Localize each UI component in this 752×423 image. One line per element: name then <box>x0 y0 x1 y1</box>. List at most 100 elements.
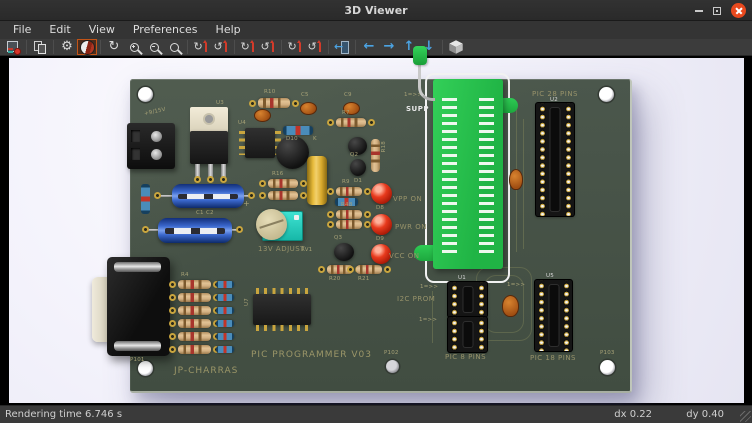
silkscreen-label: U3 <box>216 100 224 106</box>
mounting-hole-p102 <box>386 360 399 373</box>
copy-image-button[interactable] <box>30 39 50 55</box>
status-bar: Rendering time 6.746 s dx 0.22 dy 0.40 <box>0 405 752 423</box>
silkscreen-label: 1=>> <box>420 284 438 290</box>
toolbar-separator <box>442 40 443 54</box>
resistor <box>178 345 211 354</box>
resistor-r7 <box>336 118 366 127</box>
reload-board-icon <box>7 41 20 54</box>
move-right-button[interactable]: → <box>379 39 399 55</box>
capacitor-c2 <box>158 218 232 243</box>
move-board-button[interactable]: ← <box>332 39 352 55</box>
resistor-r18 <box>371 139 380 172</box>
ic-u4 <box>245 128 275 158</box>
silkscreen-label: 1=>> <box>419 317 437 323</box>
silkscreen-label: C9 <box>344 92 352 98</box>
toolbar-separator <box>355 40 356 54</box>
diode-d1 <box>350 159 366 176</box>
toolbar-separator <box>26 40 27 54</box>
silkscreen-label: P103 <box>600 350 615 356</box>
resistor <box>336 220 362 229</box>
rotate-y-ccw-icon: ↺ <box>261 40 276 54</box>
3d-viewer-window: 3D Viewer File Edit View Preferences Hel… <box>0 0 752 423</box>
move-board-icon: ← <box>335 41 349 54</box>
zoom-to-fit-button[interactable] <box>164 39 184 55</box>
rotate-x-cw-button[interactable]: ↻ <box>191 39 211 55</box>
orthographic-projection-button[interactable] <box>446 39 466 55</box>
minimize-icon[interactable] <box>695 10 703 12</box>
silkscreen-label: +9/15V <box>144 107 167 117</box>
silkscreen-label: D10 <box>286 136 298 142</box>
resistor-r48 <box>336 210 362 219</box>
db9-screw <box>114 262 161 272</box>
mounting-hole <box>138 87 153 102</box>
silkscreen-label: R7 <box>342 110 350 116</box>
toolbar-separator <box>328 40 329 54</box>
reload-board-button[interactable] <box>3 39 23 55</box>
resistor-r9 <box>336 187 362 196</box>
ortho-cube-icon <box>449 40 463 54</box>
silkscreen-label: K <box>313 136 317 142</box>
resistor-r10 <box>258 98 290 108</box>
silkscreen-label: PIC 8 PINS <box>445 353 486 361</box>
rotate-x-cw-icon: ↻ <box>194 40 209 54</box>
rotate-x-ccw-button[interactable]: ↺ <box>211 39 231 55</box>
silkscreen-label: U7 <box>244 298 250 306</box>
zoom-in-button[interactable] <box>124 39 144 55</box>
silkscreen-label: R10 <box>264 89 275 95</box>
led-d8 <box>371 183 392 204</box>
close-icon[interactable] <box>731 3 746 18</box>
silkscreen-label: C2 <box>206 210 214 216</box>
silkscreen-label: R21 <box>358 276 369 282</box>
rotate-y-ccw-button[interactable]: ↺ <box>258 39 278 55</box>
regulator-body <box>190 131 228 164</box>
silkscreen-label: VPP ON <box>393 195 422 203</box>
pcb-board: +9/15V U3 R10 C5 C9 R7 U4 D10 K Q2 D1 R1… <box>130 79 632 393</box>
silkscreen-label: R4 <box>181 272 189 278</box>
rotate-y-cw-button[interactable]: ↻ <box>238 39 258 55</box>
silkscreen-label: D9 <box>376 236 384 242</box>
menu-edit[interactable]: Edit <box>40 21 79 39</box>
rotate-z-ccw-button[interactable]: ↺ <box>305 39 325 55</box>
zif-lever <box>418 63 435 101</box>
silkscreen-label: U4 <box>238 120 246 126</box>
zoom-out-icon <box>150 43 159 52</box>
toolbar-separator <box>234 40 235 54</box>
resize-grip[interactable] <box>740 411 751 422</box>
silkscreen-label: 13V ADJUST <box>258 245 305 253</box>
dy-value: dy 0.40 <box>686 409 724 420</box>
menu-view[interactable]: View <box>80 21 124 39</box>
window-title: 3D Viewer <box>344 4 407 17</box>
redraw-button[interactable]: ↻ <box>104 39 124 55</box>
zoom-fit-icon <box>170 43 179 52</box>
socket-28pin <box>536 103 574 216</box>
mounting-hole <box>599 87 614 102</box>
menu-preferences[interactable]: Preferences <box>124 21 207 39</box>
move-left-button[interactable]: ← <box>359 39 379 55</box>
render-canvas[interactable]: +9/15V U3 R10 C5 C9 R7 U4 D10 K Q2 D1 R1… <box>9 58 744 403</box>
zif-socket <box>433 79 503 269</box>
transistor-q3 <box>334 243 354 261</box>
silkscreen-label: R18 <box>381 141 387 152</box>
raytracing-render-button[interactable] <box>77 39 97 55</box>
zoom-out-button[interactable] <box>144 39 164 55</box>
capacitor-orange <box>502 295 519 317</box>
silkscreen-label: D1 <box>354 178 362 184</box>
resistor-r16b <box>268 191 298 200</box>
silkscreen-label: VCC ON <box>389 252 420 260</box>
rotate-z-cw-button[interactable]: ↻ <box>285 39 305 55</box>
silkscreen-label: R16 <box>272 171 283 177</box>
diode-d10 <box>283 126 313 135</box>
render-options-button[interactable]: ⚙ <box>57 39 77 55</box>
resistor-r16a <box>268 179 298 188</box>
title-bar[interactable]: 3D Viewer <box>0 0 752 21</box>
menu-file[interactable]: File <box>4 21 40 39</box>
resistor-r21 <box>356 265 382 274</box>
capacitor-c5 <box>300 102 317 115</box>
rendering-time-text: Rendering time 6.746 s <box>5 409 122 420</box>
maximize-icon[interactable] <box>713 7 721 15</box>
menu-help[interactable]: Help <box>207 21 250 39</box>
terminal-screw <box>151 131 162 142</box>
db9-screw <box>114 341 161 351</box>
dx-value: dx 0.22 <box>614 409 652 420</box>
diode <box>216 346 234 353</box>
